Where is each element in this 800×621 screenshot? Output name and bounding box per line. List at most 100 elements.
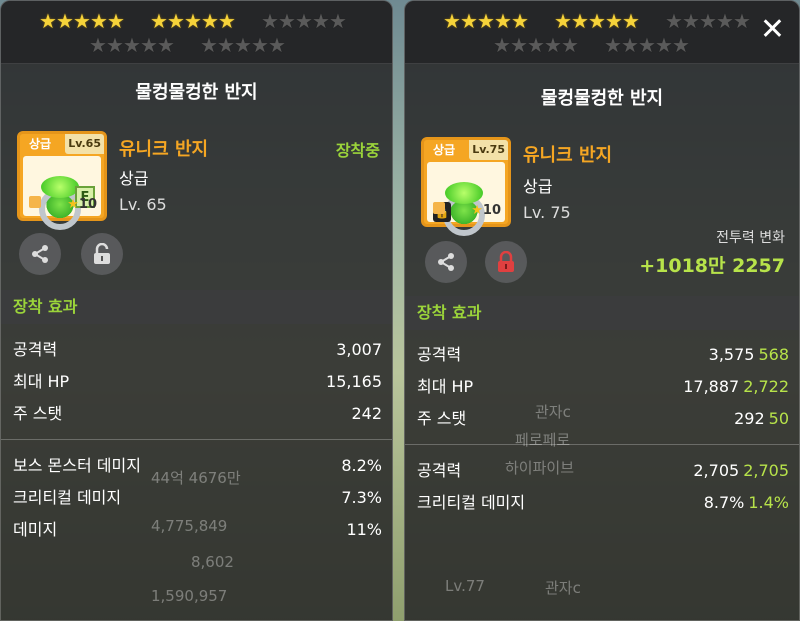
stat-row: 최대 HP 17,887 2,722 bbox=[417, 374, 789, 400]
star-count-value: 10 bbox=[482, 203, 501, 218]
item-grade: 상급 bbox=[119, 169, 149, 188]
star-icon: ★ bbox=[90, 9, 108, 33]
level-tag: Lv.75 bbox=[469, 140, 508, 160]
star-icon: ★ bbox=[157, 33, 175, 57]
star-icon: ★ bbox=[107, 9, 125, 33]
star-group: ★ ★ ★ ★ ★ bbox=[443, 9, 529, 33]
stat-label: 주 스탯 bbox=[13, 404, 63, 423]
stat-label: 주 스탯 bbox=[417, 409, 467, 428]
stat-row: 크리티컬 데미지 8.7% 1.4% bbox=[417, 490, 789, 516]
star-group: ★ ★ ★ ★ ★ bbox=[150, 9, 236, 33]
stat-value-group: 3,575 568 bbox=[709, 342, 789, 368]
star-icon: ★ bbox=[510, 33, 528, 57]
star-icon: ★ bbox=[638, 33, 656, 57]
star-count: ★10 bbox=[471, 203, 501, 218]
stat-row: 공격력 3,007 bbox=[13, 337, 382, 363]
stat-label: 공격력 bbox=[13, 340, 58, 359]
star-icon: ★ bbox=[561, 33, 579, 57]
star-icon: ★ bbox=[527, 33, 545, 57]
star-icon: ★ bbox=[622, 9, 640, 33]
star-icon: ★ bbox=[251, 33, 269, 57]
stat-increase: 1.4% bbox=[748, 493, 789, 512]
star-icon: ★ bbox=[56, 9, 74, 33]
star-icon: ★ bbox=[655, 33, 673, 57]
background-text: 하이파이브 bbox=[505, 459, 575, 477]
item-name: 물컹물컹한 반지 bbox=[135, 82, 258, 103]
stat-increase: 2,705 bbox=[743, 461, 789, 480]
star-icon: ★ bbox=[571, 9, 589, 33]
star-group: ★ ★ ★ ★ ★ bbox=[89, 33, 175, 57]
equip-effect-title: 장착 효과 bbox=[405, 296, 799, 330]
star-icon: ★ bbox=[167, 9, 185, 33]
star-icon: ★ bbox=[268, 33, 286, 57]
stat-label: 데미지 bbox=[13, 520, 58, 539]
star-icon: ★ bbox=[67, 197, 79, 212]
star-icon: ★ bbox=[443, 9, 461, 33]
stat-row: 주 스탯 292 50 bbox=[417, 406, 789, 432]
gem-icon bbox=[445, 182, 483, 204]
star-icon: ★ bbox=[588, 9, 606, 33]
star-icon: ★ bbox=[672, 33, 690, 57]
stat-label: 공격력 bbox=[417, 345, 462, 364]
share-button[interactable] bbox=[19, 233, 61, 275]
stat-increase: 50 bbox=[768, 409, 789, 428]
stat-value: 3,575 bbox=[708, 345, 755, 364]
star-group: ★ ★ ★ ★ ★ bbox=[39, 9, 125, 33]
background-text: 44억 4676만 bbox=[151, 469, 241, 487]
stat-label: 최대 HP bbox=[417, 377, 474, 396]
star-icon: ★ bbox=[278, 9, 296, 33]
starforce-stars: ★ ★ ★ ★ ★ ★ ★ ★ ★ ★ ★ ★ ★ ★ ★ ★ ★ ★ ★ ★ ★ ★ ★ ★ ★ bbox=[1, 1, 392, 64]
star-icon: ★ bbox=[140, 33, 158, 57]
star-icon: ★ bbox=[477, 9, 495, 33]
stat-row: 공격력 3,575 568 bbox=[417, 342, 789, 368]
star-icon: ★ bbox=[544, 33, 562, 57]
star-icon: ★ bbox=[511, 9, 529, 33]
stat-value: 3,007 bbox=[336, 340, 382, 359]
stat-increase: 568 bbox=[758, 345, 789, 364]
lock-toggle-button[interactable] bbox=[485, 241, 527, 283]
stat-value: 7.3% bbox=[341, 488, 382, 507]
star-icon: ★ bbox=[200, 33, 218, 57]
stat-value-group: 17,887 2,722 bbox=[683, 374, 789, 400]
background-text: 관자c bbox=[545, 579, 581, 597]
star-group: ★ ★ ★ ★ ★ bbox=[604, 33, 690, 57]
star-icon: ★ bbox=[201, 9, 219, 33]
stat-value: 2,705 bbox=[693, 461, 740, 480]
star-row-1: ★ ★ ★ ★ ★ ★ ★ ★ ★ ★ ★ ★ ★ ★ ★ bbox=[443, 9, 751, 33]
power-change-label: 전투력 변화 bbox=[716, 230, 785, 246]
star-icon: ★ bbox=[39, 9, 57, 33]
star-group: ★ ★ ★ ★ ★ bbox=[493, 33, 579, 57]
item-level: Lv. 75 bbox=[523, 203, 571, 222]
star-count: ★10 bbox=[67, 197, 97, 212]
lock-toggle-button[interactable] bbox=[81, 233, 123, 275]
star-group: ★ ★ ★ ★ ★ bbox=[261, 9, 347, 33]
equipped-item-tooltip: ★ ★ ★ ★ ★ ★ ★ ★ ★ ★ ★ ★ ★ ★ ★ ★ ★ ★ ★ ★ ★ ★ ★ ★ ★ 물컹물컹한 반지 상… bbox=[0, 0, 393, 621]
stat-value: 11% bbox=[346, 520, 382, 539]
power-change-value: +1018만 2257 bbox=[639, 255, 785, 277]
stat-row: 주 스탯 242 bbox=[13, 401, 382, 427]
star-icon: ★ bbox=[312, 9, 330, 33]
star-icon: ★ bbox=[554, 9, 572, 33]
star-icon: ★ bbox=[234, 33, 252, 57]
background-text: 4,775,849 bbox=[151, 517, 228, 535]
star-row-2: ★ ★ ★ ★ ★ ★ ★ ★ ★ ★ bbox=[89, 33, 286, 57]
star-icon: ★ bbox=[73, 9, 91, 33]
share-button[interactable] bbox=[425, 241, 467, 283]
item-image: E ★10 bbox=[23, 156, 101, 230]
stat-row: 공격력 2,705 2,705 bbox=[417, 458, 789, 484]
star-icon: ★ bbox=[150, 9, 168, 33]
item-icon: 상급 Lv.75 🔒 ★10 bbox=[421, 137, 511, 236]
background-text: 관자c bbox=[535, 403, 571, 421]
share-icon bbox=[438, 253, 454, 271]
star-icon: ★ bbox=[261, 9, 279, 33]
star-icon: ★ bbox=[460, 9, 478, 33]
stat-label: 보스 몬스터 데미지 bbox=[13, 456, 141, 475]
grade-tag: 상급 bbox=[424, 140, 464, 160]
close-button[interactable]: ✕ bbox=[760, 15, 785, 45]
item-image: 🔒 ★10 bbox=[427, 162, 505, 236]
lock-icon bbox=[498, 251, 514, 272]
stat-label: 최대 HP bbox=[13, 372, 70, 391]
stat-value: 242 bbox=[351, 404, 382, 423]
background-text: 8,602 bbox=[191, 553, 234, 571]
starforce-stars: ★ ★ ★ ★ ★ ★ ★ ★ ★ ★ ★ ★ ★ ★ ★ ★ ★ ★ ★ ★ ★ ★ ★ ★ ★ ✕ bbox=[405, 1, 799, 64]
